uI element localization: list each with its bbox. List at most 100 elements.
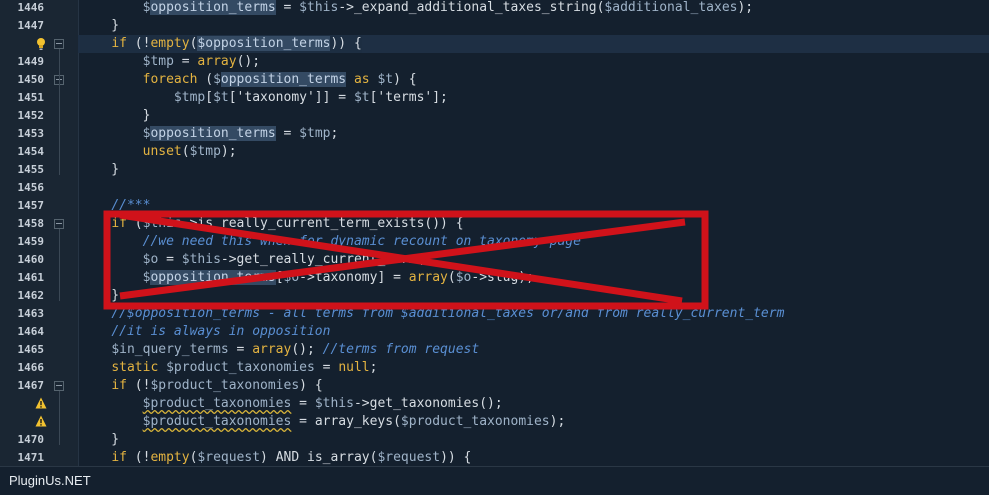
code-line[interactable]: if (!empty($opposition_terms)) { (0, 35, 989, 53)
code-line[interactable]: 1457 //*** (0, 197, 989, 215)
fold-toggle-icon[interactable] (54, 219, 64, 229)
line-number: 1470 (17, 433, 45, 446)
code-text[interactable]: } (80, 107, 151, 125)
code-text[interactable]: //we need this when for dynamic recount … (80, 233, 581, 251)
code-line[interactable]: 1456 (0, 179, 989, 197)
code-text[interactable]: } (80, 431, 119, 449)
fold-guide (59, 85, 60, 121)
code-text[interactable]: $opposition_terms = $this->_expand_addit… (80, 0, 753, 17)
fold-toggle-icon[interactable] (54, 381, 64, 391)
line-number: 1457 (17, 199, 45, 212)
code-line[interactable]: 1452 } (0, 107, 989, 125)
code-token: ['taxonomy']] = (228, 90, 354, 105)
code-line[interactable]: 1463 //$opposition_terms - all terms fro… (0, 305, 989, 323)
code-text[interactable]: $product_taxonomies = $this->get_taxonom… (80, 395, 503, 413)
code-text[interactable]: $tmp[$t['taxonomy']] = $t['terms']; (80, 89, 448, 107)
code-text[interactable]: $tmp = array(); (80, 53, 260, 71)
code-text[interactable]: foreach ($opposition_terms as $t) { (80, 71, 417, 89)
code-text[interactable]: } (80, 17, 119, 35)
code-text[interactable]: } (80, 287, 119, 305)
code-text[interactable]: } (80, 161, 119, 179)
code-token: opposition_terms (150, 270, 276, 285)
code-line[interactable]: 1461 $opposition_terms[$o->taxonomy] = a… (0, 269, 989, 287)
code-token: static (111, 360, 159, 375)
code-token: $this (181, 252, 221, 267)
code-token: ( (126, 216, 143, 231)
code-text[interactable]: $o = $this->get_really_current_term(); (80, 251, 440, 269)
code-token: $product_taxonomies (142, 414, 292, 429)
code-line[interactable]: $product_taxonomies = $this->get_taxonom… (0, 395, 989, 413)
code-line[interactable]: 1466 static $product_taxonomies = null; (0, 359, 989, 377)
code-text[interactable]: //*** (80, 197, 150, 215)
code-line[interactable]: 1471 if (!empty($request) AND is_array($… (0, 449, 989, 466)
code-token: $o (455, 270, 472, 285)
code-text[interactable]: $opposition_terms = $tmp; (80, 125, 338, 143)
code-token: $t (353, 90, 370, 105)
code-line[interactable]: 1470 } (0, 431, 989, 449)
code-line[interactable]: 1460 $o = $this->get_really_current_term… (0, 251, 989, 269)
code-line[interactable]: 1453 $opposition_terms = $tmp; (0, 125, 989, 143)
line-number: 1461 (17, 271, 45, 284)
code-token: array (197, 54, 237, 69)
code-text[interactable]: //$opposition_terms - all terms from $ad… (80, 305, 784, 323)
code-line[interactable]: 1462 } (0, 287, 989, 305)
code-text[interactable]: unset($tmp); (80, 143, 237, 161)
code-text[interactable]: if (!empty($opposition_terms)) { (80, 35, 362, 53)
footer-bar: PluginUs.NET (0, 466, 989, 495)
code-line[interactable]: 1464 //it is always in opposition (0, 323, 989, 341)
line-number: 1462 (17, 289, 45, 302)
code-text[interactable]: $in_query_terms = array(); //terms from … (80, 341, 479, 359)
fold-guide (59, 229, 60, 301)
code-text[interactable]: static $product_taxonomies = null; (80, 359, 377, 377)
code-token: } (80, 432, 120, 447)
line-number: 1447 (17, 19, 45, 32)
code-line[interactable]: 1455 } (0, 161, 989, 179)
code-token: empty (150, 450, 190, 465)
code-text[interactable]: $product_taxonomies = array_keys($produc… (80, 413, 566, 431)
code-editor[interactable]: 1446 $opposition_terms = $this->_expand_… (0, 0, 989, 466)
code-line[interactable]: 1450 foreach ($opposition_terms as $t) { (0, 71, 989, 89)
lightbulb-icon[interactable] (34, 37, 48, 51)
code-line[interactable]: 1447 } (0, 17, 989, 35)
code-token: (); (236, 54, 261, 69)
code-text[interactable]: $opposition_terms[$o->taxonomy] = array(… (80, 269, 534, 287)
code-line[interactable]: 1454 unset($tmp); (0, 143, 989, 161)
code-line[interactable]: 1467 if (!$product_taxonomies) { (0, 377, 989, 395)
code-text[interactable]: //it is always in opposition (80, 323, 330, 341)
code-line[interactable]: $product_taxonomies = array_keys($produc… (0, 413, 989, 431)
line-number: 1459 (17, 235, 45, 248)
code-token: } (80, 162, 120, 177)
code-text[interactable]: if ($this->is_really_current_term_exists… (80, 215, 464, 233)
code-text[interactable]: if (!empty($request) AND is_array($reque… (80, 449, 471, 466)
code-line[interactable]: 1446 $opposition_terms = $this->_expand_… (0, 0, 989, 17)
code-token: ->is_really_current_term_exists()) { (181, 216, 464, 231)
fold-toggle-icon[interactable] (54, 39, 64, 49)
code-token: ( (447, 270, 456, 285)
code-token: //it is always in opposition (111, 324, 331, 339)
code-line[interactable]: 1451 $tmp[$t['taxonomy']] = $t['terms']; (0, 89, 989, 107)
code-token: = (275, 126, 300, 141)
code-text[interactable]: if (!$product_taxonomies) { (80, 377, 322, 395)
watermark-text: PluginUs.NET (9, 473, 91, 488)
code-line[interactable]: 1465 $in_query_terms = array(); //terms … (0, 341, 989, 359)
warning-icon[interactable] (34, 397, 48, 411)
line-number: 1465 (17, 343, 45, 356)
code-line[interactable]: 1449 $tmp = array(); (0, 53, 989, 71)
code-token: $opposition_terms (197, 36, 331, 51)
code-line[interactable]: 1458 if ($this->is_really_current_term_e… (0, 215, 989, 233)
code-token: $additional_taxes (604, 0, 738, 15)
code-token: ->slug); (471, 270, 534, 285)
code-token: ; (330, 126, 339, 141)
code-token: (! (126, 36, 151, 51)
line-number: 1450 (17, 73, 45, 86)
line-number: 1454 (17, 145, 45, 158)
warning-icon[interactable] (34, 415, 48, 429)
line-number: 1456 (17, 181, 45, 194)
code-line[interactable]: 1459 //we need this when for dynamic rec… (0, 233, 989, 251)
